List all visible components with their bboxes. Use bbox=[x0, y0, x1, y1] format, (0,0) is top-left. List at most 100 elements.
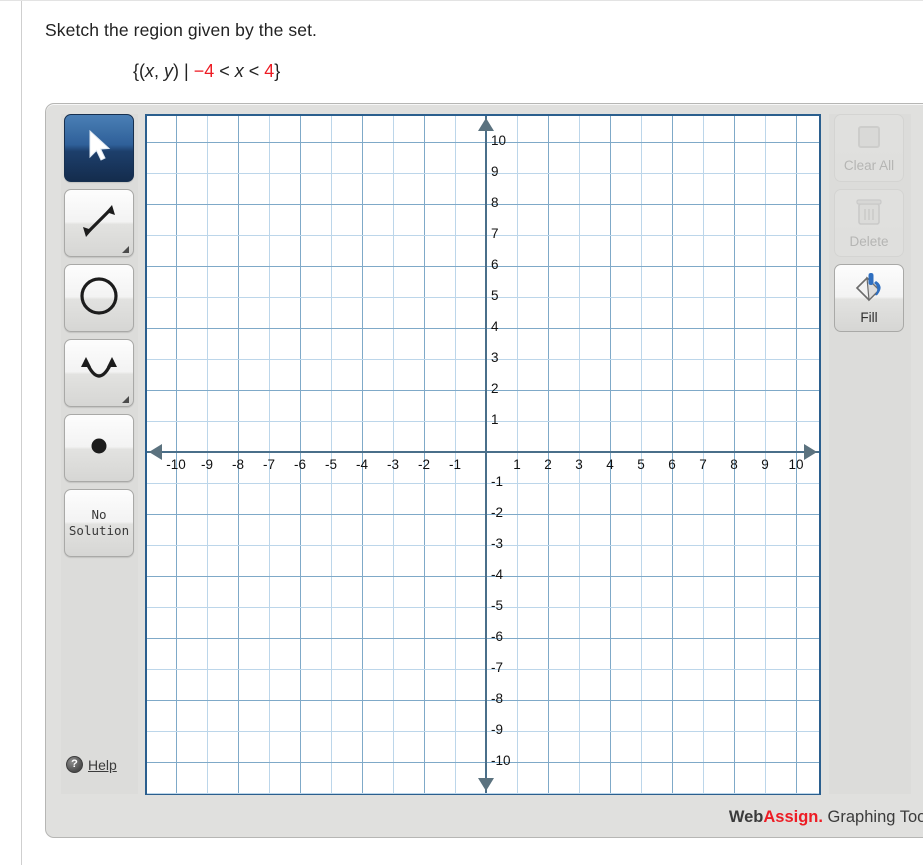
paint-bucket-icon bbox=[852, 271, 886, 308]
grid-line-vertical bbox=[703, 116, 704, 793]
y-tick-label: -7 bbox=[491, 660, 504, 675]
circle-icon bbox=[78, 275, 120, 322]
graph-canvas[interactable]: -10 -9 -8 -7 -6 -5 -4 -3 -2 -1 1 2 3 4 5 6 7 8 9 10 10 9 8 7 6 5 4… bbox=[145, 114, 821, 795]
y-tick-label: 5 bbox=[491, 288, 499, 303]
tool-button-no-solution[interactable]: No Solution bbox=[64, 489, 134, 557]
grid-lines bbox=[147, 116, 819, 794]
brand-graphing-tool: Graphing Tool bbox=[822, 808, 923, 826]
help-label: Help bbox=[88, 756, 117, 773]
grid-line-vertical bbox=[424, 116, 425, 793]
grid-line-vertical bbox=[455, 116, 456, 793]
tool-button-point[interactable] bbox=[64, 414, 134, 482]
expand-corner-icon[interactable] bbox=[122, 396, 129, 403]
y-tick-label: -8 bbox=[491, 691, 504, 706]
grid-line-horizontal bbox=[147, 359, 819, 360]
grid-line-vertical bbox=[207, 116, 208, 793]
square-icon bbox=[855, 123, 883, 156]
x-tick-label: 7 bbox=[699, 457, 707, 472]
question-set-expression: {(x, y) | −4 < x < 4} bbox=[133, 61, 280, 82]
grid-line-horizontal bbox=[147, 390, 819, 391]
grid-line-horizontal bbox=[147, 142, 819, 143]
y-axis bbox=[485, 116, 487, 793]
grid-line-horizontal bbox=[147, 235, 819, 236]
y-tick-label: -4 bbox=[491, 567, 504, 582]
grid-line-vertical bbox=[734, 116, 735, 793]
x-tick-label: 10 bbox=[788, 457, 804, 472]
grid-line-horizontal bbox=[147, 514, 819, 515]
tool-button-line[interactable] bbox=[64, 189, 134, 257]
x-tick-label: 4 bbox=[606, 457, 614, 472]
grid-line-horizontal bbox=[147, 731, 819, 732]
y-tick-label: -3 bbox=[491, 536, 504, 551]
set-token-4: ) | bbox=[173, 61, 194, 81]
webassign-brand: WebAssign. Graphing Tool bbox=[729, 808, 923, 827]
x-tick-label: -8 bbox=[231, 457, 245, 472]
action-button-fill[interactable]: Fill bbox=[834, 264, 904, 332]
action-button-label-delete: Delete bbox=[849, 234, 889, 250]
set-token-1: x bbox=[145, 61, 155, 81]
set-token-9: 4 bbox=[264, 61, 275, 81]
grid-line-vertical bbox=[796, 116, 797, 793]
x-tick-label: 5 bbox=[637, 457, 645, 472]
y-tick-label: 2 bbox=[491, 381, 499, 396]
tool-button-circle[interactable] bbox=[64, 264, 134, 332]
y-tick-label: -10 bbox=[491, 753, 511, 768]
set-token-6: < bbox=[214, 61, 235, 81]
page-gutter-line bbox=[21, 1, 22, 865]
y-tick-label: -2 bbox=[491, 505, 504, 520]
grid-line-horizontal bbox=[147, 173, 819, 174]
axis-arrow-left bbox=[149, 444, 162, 460]
grid-line-vertical bbox=[300, 116, 301, 793]
grid-line-horizontal bbox=[147, 669, 819, 670]
grid-line-vertical bbox=[579, 116, 580, 793]
help-link[interactable]: ? Help bbox=[66, 756, 117, 773]
tool-button-label-no-solution: No Solution bbox=[68, 507, 130, 538]
expand-corner-icon[interactable] bbox=[122, 246, 129, 253]
set-token-5: −4 bbox=[193, 61, 215, 81]
grid-line-horizontal bbox=[147, 297, 819, 298]
x-tick-label: -1 bbox=[448, 457, 462, 472]
grid-line-vertical bbox=[269, 116, 270, 793]
set-token-0: {( bbox=[133, 61, 146, 81]
grid-line-vertical bbox=[393, 116, 394, 793]
x-tick-label: -9 bbox=[200, 457, 214, 472]
trash-can-icon bbox=[855, 197, 883, 232]
y-tick-label: 6 bbox=[491, 257, 499, 272]
tool-button-select[interactable] bbox=[64, 114, 134, 182]
grid-line-horizontal bbox=[147, 421, 819, 422]
grid-line-horizontal bbox=[147, 762, 819, 763]
x-axis bbox=[147, 451, 819, 453]
x-tick-label: -2 bbox=[417, 457, 431, 472]
x-tick-label: -6 bbox=[293, 457, 307, 472]
y-tick-label: -5 bbox=[491, 598, 504, 613]
x-tick-label: -4 bbox=[355, 457, 369, 472]
action-button-clear-all: Clear All bbox=[834, 114, 904, 182]
grid-line-horizontal bbox=[147, 793, 819, 794]
grid-line-horizontal bbox=[147, 700, 819, 701]
set-token-8: < bbox=[243, 61, 265, 81]
x-tick-label: 1 bbox=[513, 457, 521, 472]
action-button-delete: Delete bbox=[834, 189, 904, 257]
y-tick-label: -9 bbox=[491, 722, 504, 737]
grid-line-horizontal bbox=[147, 545, 819, 546]
grid-line-vertical bbox=[548, 116, 549, 793]
y-tick-label: 10 bbox=[491, 133, 507, 148]
grid-line-vertical bbox=[672, 116, 673, 793]
tool-button-parabola[interactable] bbox=[64, 339, 134, 407]
y-tick-label: 1 bbox=[491, 412, 499, 427]
grid-line-horizontal bbox=[147, 638, 819, 639]
set-token-10: } bbox=[274, 61, 281, 81]
y-tick-label: 7 bbox=[491, 226, 499, 241]
page-top-rule bbox=[0, 0, 923, 1]
y-tick-label: -6 bbox=[491, 629, 504, 644]
grid-line-vertical bbox=[765, 116, 766, 793]
set-token-7: x bbox=[234, 61, 244, 81]
y-tick-label: 4 bbox=[491, 319, 499, 334]
set-token-2: , bbox=[154, 61, 165, 81]
grid-line-vertical bbox=[362, 116, 363, 793]
x-tick-label: 3 bbox=[575, 457, 583, 472]
brand-web: Web bbox=[728, 808, 764, 826]
axis-arrow-right bbox=[804, 444, 817, 460]
grid-line-vertical bbox=[641, 116, 642, 793]
x-tick-label: 2 bbox=[544, 457, 552, 472]
